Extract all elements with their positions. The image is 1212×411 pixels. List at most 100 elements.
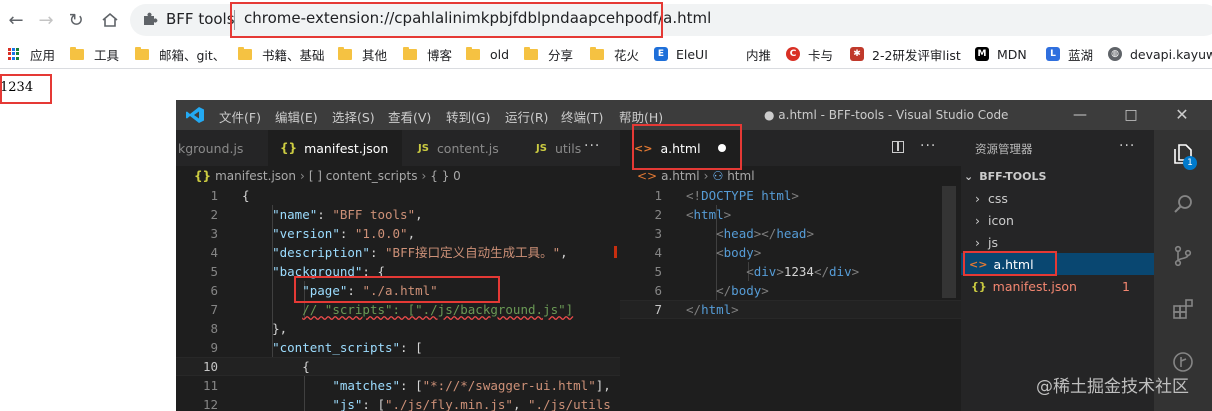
- bookmark-lanhu[interactable]: L 蓝湖: [1046, 45, 1093, 63]
- url-highlight-box: [230, 2, 663, 38]
- split-editor-icon[interactable]: [892, 141, 904, 153]
- code-token: <: [716, 245, 724, 260]
- bookmark-eleui[interactable]: E EleUI: [654, 45, 708, 63]
- root-label: BFF-TOOLS: [979, 169, 1047, 183]
- back-arrow-icon[interactable]: ←: [4, 8, 28, 32]
- bookmark-books[interactable]: 书籍、基础: [238, 45, 325, 63]
- source-control-icon[interactable]: [1171, 244, 1195, 268]
- files-icon[interactable]: 1: [1171, 142, 1197, 170]
- code-line[interactable]: 8 },: [176, 319, 620, 338]
- bookmark-apps[interactable]: 应用: [8, 45, 55, 63]
- bookmark-devapi[interactable]: ◍ devapi.kayuwa: [1108, 45, 1212, 63]
- code-token: "BFF接口定义自动生成工具。": [385, 245, 561, 260]
- tree-item-manifest-json[interactable]: {} manifest.json 1: [961, 275, 1154, 297]
- line-number: 3: [210, 226, 218, 241]
- code-line[interactable]: 5 <div>1234</div>: [620, 262, 961, 281]
- bookmark-kayu[interactable]: C 卡与: [786, 45, 833, 63]
- code-line[interactable]: 2 "name": "BFF tools",: [176, 205, 620, 224]
- bookmark-label: 书籍、基础: [262, 47, 325, 63]
- line-number: 4: [210, 245, 218, 260]
- bookmark-huahuo[interactable]: 花火: [590, 45, 639, 63]
- menu-edit[interactable]: 编辑(E): [275, 107, 318, 126]
- scrollbar[interactable]: [942, 186, 956, 298]
- code-line[interactable]: 11 "matches": ["*://*/swagger-ui.html"],: [176, 376, 620, 395]
- code-line[interactable]: 7 </html>: [620, 300, 961, 319]
- bookmark-label: 博客: [427, 47, 453, 63]
- chevron-right-icon: ›: [421, 169, 427, 183]
- menu-run[interactable]: 运行(R): [505, 107, 548, 126]
- menu-file[interactable]: 文件(F): [219, 107, 261, 126]
- code-line[interactable]: 10 {: [176, 357, 620, 376]
- code-line[interactable]: 1 <!DOCTYPE html>: [620, 186, 961, 205]
- editor-a-html[interactable]: 1 <!DOCTYPE html> 2 <html> 3 <head></head> 4 …: [620, 186, 961, 411]
- tab-content-js[interactable]: JS content.js: [404, 130, 516, 166]
- reload-icon[interactable]: ↻: [64, 8, 88, 32]
- extensions-icon[interactable]: [1171, 297, 1195, 321]
- site-name-chip[interactable]: BFF tools: [166, 10, 235, 28]
- code-token: "description": [272, 245, 370, 260]
- bookmark-tools[interactable]: 工具: [70, 45, 119, 63]
- tab-manifest-json[interactable]: {} manifest.json: [268, 130, 402, 166]
- tree-item-js[interactable]: › js: [961, 231, 1154, 253]
- explorer-title: 资源管理器: [975, 142, 1033, 156]
- json-file-icon: {}: [971, 279, 987, 293]
- bookmark-mdn[interactable]: M MDN: [975, 45, 1027, 63]
- code-token: </: [716, 283, 732, 298]
- tree-item-icon[interactable]: › icon: [961, 209, 1154, 231]
- menu-terminal[interactable]: 终端(T): [561, 107, 603, 126]
- code-line[interactable]: 9 "content_scripts": [: [176, 338, 620, 357]
- breadcrumb-item[interactable]: manifest.json: [215, 169, 296, 183]
- bookmark-review-list[interactable]: ✱ 2-2研发评审list: [850, 45, 961, 63]
- tree-item-css[interactable]: › css: [961, 187, 1154, 209]
- explorer-root[interactable]: ⌄ BFF-TOOLS: [961, 165, 1154, 187]
- code-text: </body>: [686, 281, 769, 300]
- bookmark-other[interactable]: 其他: [338, 45, 387, 63]
- maximize-icon[interactable]: □: [1121, 105, 1141, 125]
- code-token: html: [761, 188, 792, 203]
- breadcrumb-item[interactable]: { } 0: [430, 169, 461, 183]
- tab-label: manifest.json: [304, 140, 389, 156]
- menu-view[interactable]: 查看(V): [388, 107, 431, 126]
- code-text: <div>1234</div>: [686, 262, 859, 281]
- code-token: >: [851, 264, 860, 279]
- code-line[interactable]: 3 <head></head>: [620, 224, 961, 243]
- line-number: 6: [654, 283, 662, 298]
- forward-arrow-icon[interactable]: →: [34, 8, 58, 32]
- code-line[interactable]: 6 </body>: [620, 281, 961, 300]
- bookmark-blog[interactable]: 博客: [403, 45, 452, 63]
- breadcrumb-item[interactable]: a.html: [661, 169, 700, 183]
- search-icon[interactable]: [1171, 192, 1195, 216]
- bookmark-old[interactable]: old: [466, 45, 509, 63]
- code-token: <: [746, 264, 754, 279]
- home-icon[interactable]: [98, 8, 122, 32]
- line-number: 8: [210, 321, 218, 336]
- minimize-icon[interactable]: —: [1070, 105, 1090, 125]
- bookmark-share[interactable]: 分享: [524, 45, 573, 63]
- code-line[interactable]: 2 <html>: [620, 205, 961, 224]
- tab-label: utils: [554, 140, 582, 156]
- tab-background-js[interactable]: kground.js: [176, 130, 268, 166]
- code-line[interactable]: 3 "version": "1.0.0",: [176, 224, 620, 243]
- more-actions-icon[interactable]: ···: [584, 138, 600, 154]
- line-number: 6: [210, 283, 218, 298]
- gitlens-icon[interactable]: [1171, 350, 1195, 374]
- code-line[interactable]: 1{: [176, 186, 620, 205]
- tree-item-label: css: [988, 190, 1008, 206]
- globe-icon: ◍: [1108, 47, 1122, 61]
- breadcrumb-item[interactable]: [ ] content_scripts: [309, 169, 418, 183]
- more-actions-icon[interactable]: ···: [1119, 138, 1135, 154]
- bookmark-neitui[interactable]: 内推: [746, 45, 771, 63]
- menu-selection[interactable]: 选择(S): [332, 107, 375, 126]
- tab-utils-js[interactable]: JS utils: [522, 130, 582, 166]
- code-line[interactable]: 4 "description": "BFF接口定义自动生成工具。",: [176, 243, 620, 262]
- breadcrumb-item[interactable]: html: [727, 169, 754, 183]
- code-line[interactable]: 4 <body>: [620, 243, 961, 262]
- menu-go[interactable]: 转到(G): [446, 107, 490, 126]
- code-line[interactable]: 12 "js": ["./js/fly.min.js", "./js/utils: [176, 395, 620, 411]
- close-icon[interactable]: ✕: [1172, 105, 1192, 125]
- more-actions-icon[interactable]: ···: [920, 138, 936, 154]
- bookmark-mail-git[interactable]: 邮箱、git、: [135, 45, 225, 63]
